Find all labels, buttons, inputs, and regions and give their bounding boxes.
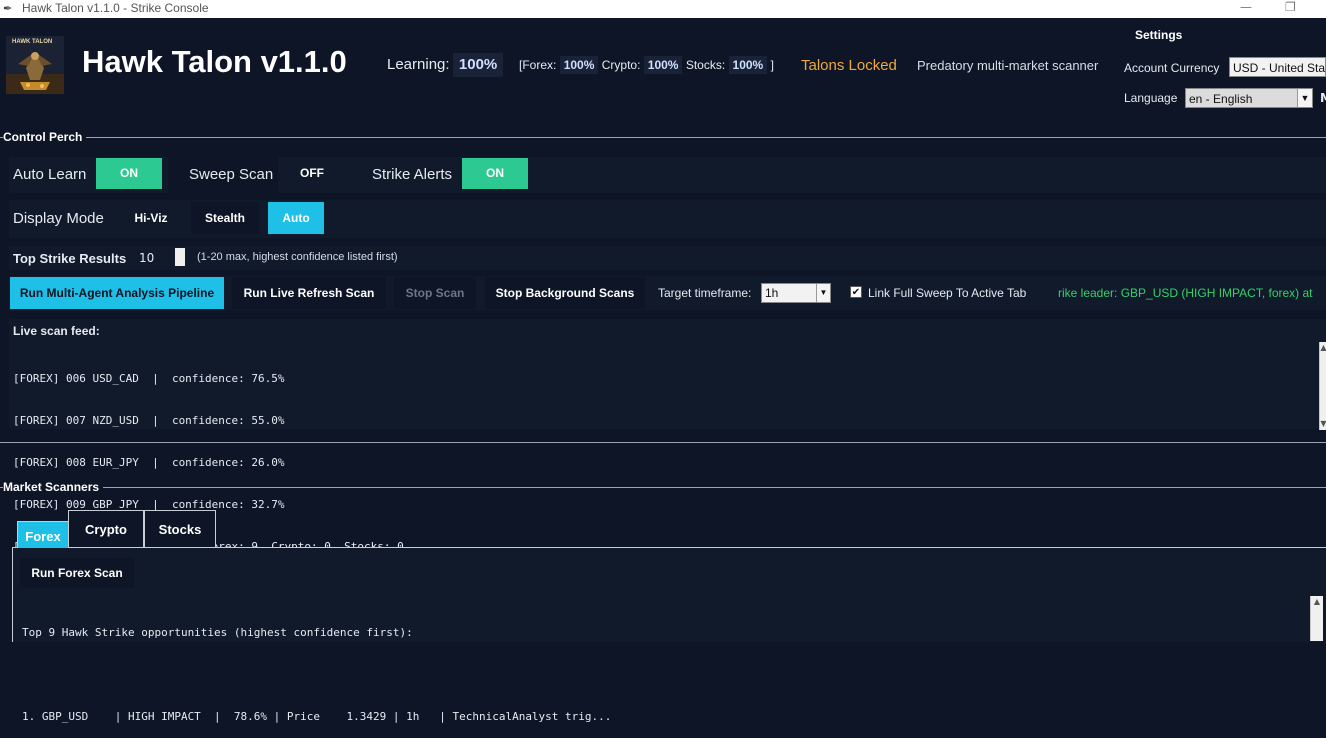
- control-perch-heading: Control Perch: [3, 130, 87, 144]
- market-close-bracket: ]: [770, 58, 774, 72]
- stocks-learning-value: 100%: [728, 56, 768, 74]
- currency-label: Account Currency: [1124, 61, 1220, 75]
- market-learning-status: [Forex: 100% Crypto: 100% Stocks: 100% ]: [519, 56, 774, 74]
- feed-line: [FOREX] 007 NZD_USD | confidence: 55.0%: [13, 414, 285, 427]
- tab-forex[interactable]: Forex: [17, 521, 69, 548]
- display-mode-auto[interactable]: Auto: [268, 202, 324, 234]
- auto-learn-toggle[interactable]: ON: [96, 158, 162, 189]
- chevron-down-icon[interactable]: ▼: [1297, 89, 1312, 107]
- market-open-bracket: [Forex:: [519, 58, 557, 72]
- strike-leader-status: rike leader: GBP_USD (HIGH IMPACT, forex…: [1058, 286, 1313, 300]
- link-sweep-checkbox[interactable]: ✔: [850, 286, 862, 298]
- display-mode-hiviz[interactable]: Hi-Viz: [118, 202, 184, 234]
- results-scrollbar[interactable]: ▲: [1310, 596, 1323, 641]
- link-sweep-label: Link Full Sweep To Active Tab: [868, 286, 1027, 300]
- feed-scrollbar[interactable]: ▲ ▼: [1319, 342, 1326, 430]
- top-results-label: Top Strike Results: [13, 251, 127, 266]
- feather-icon: ✒: [3, 2, 13, 15]
- run-forex-scan-button[interactable]: Run Forex Scan: [20, 558, 134, 588]
- sweep-scan-toggle[interactable]: OFF: [284, 158, 340, 189]
- currency-select[interactable]: USD - United Stat: [1229, 57, 1326, 77]
- top-results-input[interactable]: 10: [134, 248, 174, 268]
- divider: [0, 487, 1326, 488]
- timeframe-label: Target timeframe:: [658, 286, 752, 300]
- feed-line: [FOREX] 008 EUR_JPY | confidence: 26.0%: [13, 456, 285, 469]
- stocks-label: Stocks:: [685, 58, 726, 72]
- app-logo: HAWK TALON: [6, 36, 64, 94]
- scroll-down-icon[interactable]: ▼: [1320, 418, 1326, 430]
- scroll-up-icon[interactable]: ▲: [1311, 596, 1323, 608]
- crypto-learning-value: 100%: [643, 56, 683, 74]
- talons-status: Talons Locked: [801, 57, 897, 74]
- settings-title: Settings: [1135, 28, 1183, 42]
- stop-scan-button[interactable]: Stop Scan: [394, 277, 476, 309]
- tab-stocks[interactable]: Stocks: [144, 510, 216, 548]
- window-titlebar: ✒ Hawk Talon v1.1.0 - Strike Console — ❐: [0, 0, 1326, 18]
- learning-value: 100%: [452, 53, 504, 77]
- forex-results-log: Top 9 Hawk Strike opportunities (highest…: [22, 598, 611, 738]
- language-value: en - English: [1189, 92, 1253, 106]
- live-feed-title: Live scan feed:: [13, 324, 100, 338]
- language-select[interactable]: en - English ▼: [1185, 88, 1313, 108]
- window-title: Hawk Talon v1.1.0 - Strike Console: [22, 1, 209, 15]
- restore-button[interactable]: ❐: [1285, 0, 1296, 14]
- strike-alerts-toggle[interactable]: ON: [462, 158, 528, 189]
- minimize-button[interactable]: —: [1240, 0, 1252, 14]
- learning-label: Learning:: [387, 56, 450, 73]
- feed-line: [FOREX] 006 USD_CAD | confidence: 76.5%: [13, 372, 285, 385]
- timeframe-select[interactable]: 1h ▼: [761, 283, 831, 303]
- display-mode-stealth[interactable]: Stealth: [191, 202, 259, 234]
- logo-text: HAWK TALON: [12, 39, 53, 45]
- top-results-hint: (1-20 max, highest confidence listed fir…: [197, 251, 398, 263]
- results-header: Top 9 Hawk Strike opportunities (highest…: [22, 626, 413, 639]
- run-pipeline-button[interactable]: Run Multi-Agent Analysis Pipeline: [10, 277, 224, 309]
- divider: [0, 442, 1326, 443]
- tagline: Predatory multi-market scanner: [917, 58, 1099, 73]
- run-live-refresh-button[interactable]: Run Live Refresh Scan: [232, 277, 386, 309]
- divider: [0, 137, 1326, 138]
- market-scanners-heading: Market Scanners: [3, 480, 104, 494]
- app-title: Hawk Talon v1.1.0: [82, 44, 347, 79]
- settings-extra-label: M: [1320, 91, 1326, 105]
- display-mode-label: Display Mode: [13, 210, 104, 227]
- auto-learn-label: Auto Learn: [13, 166, 87, 183]
- crypto-label: Crypto:: [601, 58, 641, 72]
- result-line: 1. GBP_USD | HIGH IMPACT | 78.6% | Price…: [22, 710, 612, 723]
- strike-alerts-label: Strike Alerts: [372, 166, 453, 183]
- stop-background-scans-button[interactable]: Stop Background Scans: [485, 277, 645, 309]
- language-label: Language: [1124, 91, 1178, 105]
- sweep-scan-label: Sweep Scan: [189, 166, 274, 183]
- tab-crypto[interactable]: Crypto: [68, 510, 144, 548]
- forex-learning-value: 100%: [559, 56, 599, 74]
- results-spacer: [22, 668, 611, 682]
- chevron-down-icon[interactable]: ▼: [816, 284, 830, 302]
- timeframe-value: 1h: [765, 286, 779, 300]
- learning-status: Learning: 100%: [387, 53, 504, 79]
- top-results-spinner[interactable]: [175, 248, 185, 266]
- scroll-up-icon[interactable]: ▲: [1320, 342, 1326, 354]
